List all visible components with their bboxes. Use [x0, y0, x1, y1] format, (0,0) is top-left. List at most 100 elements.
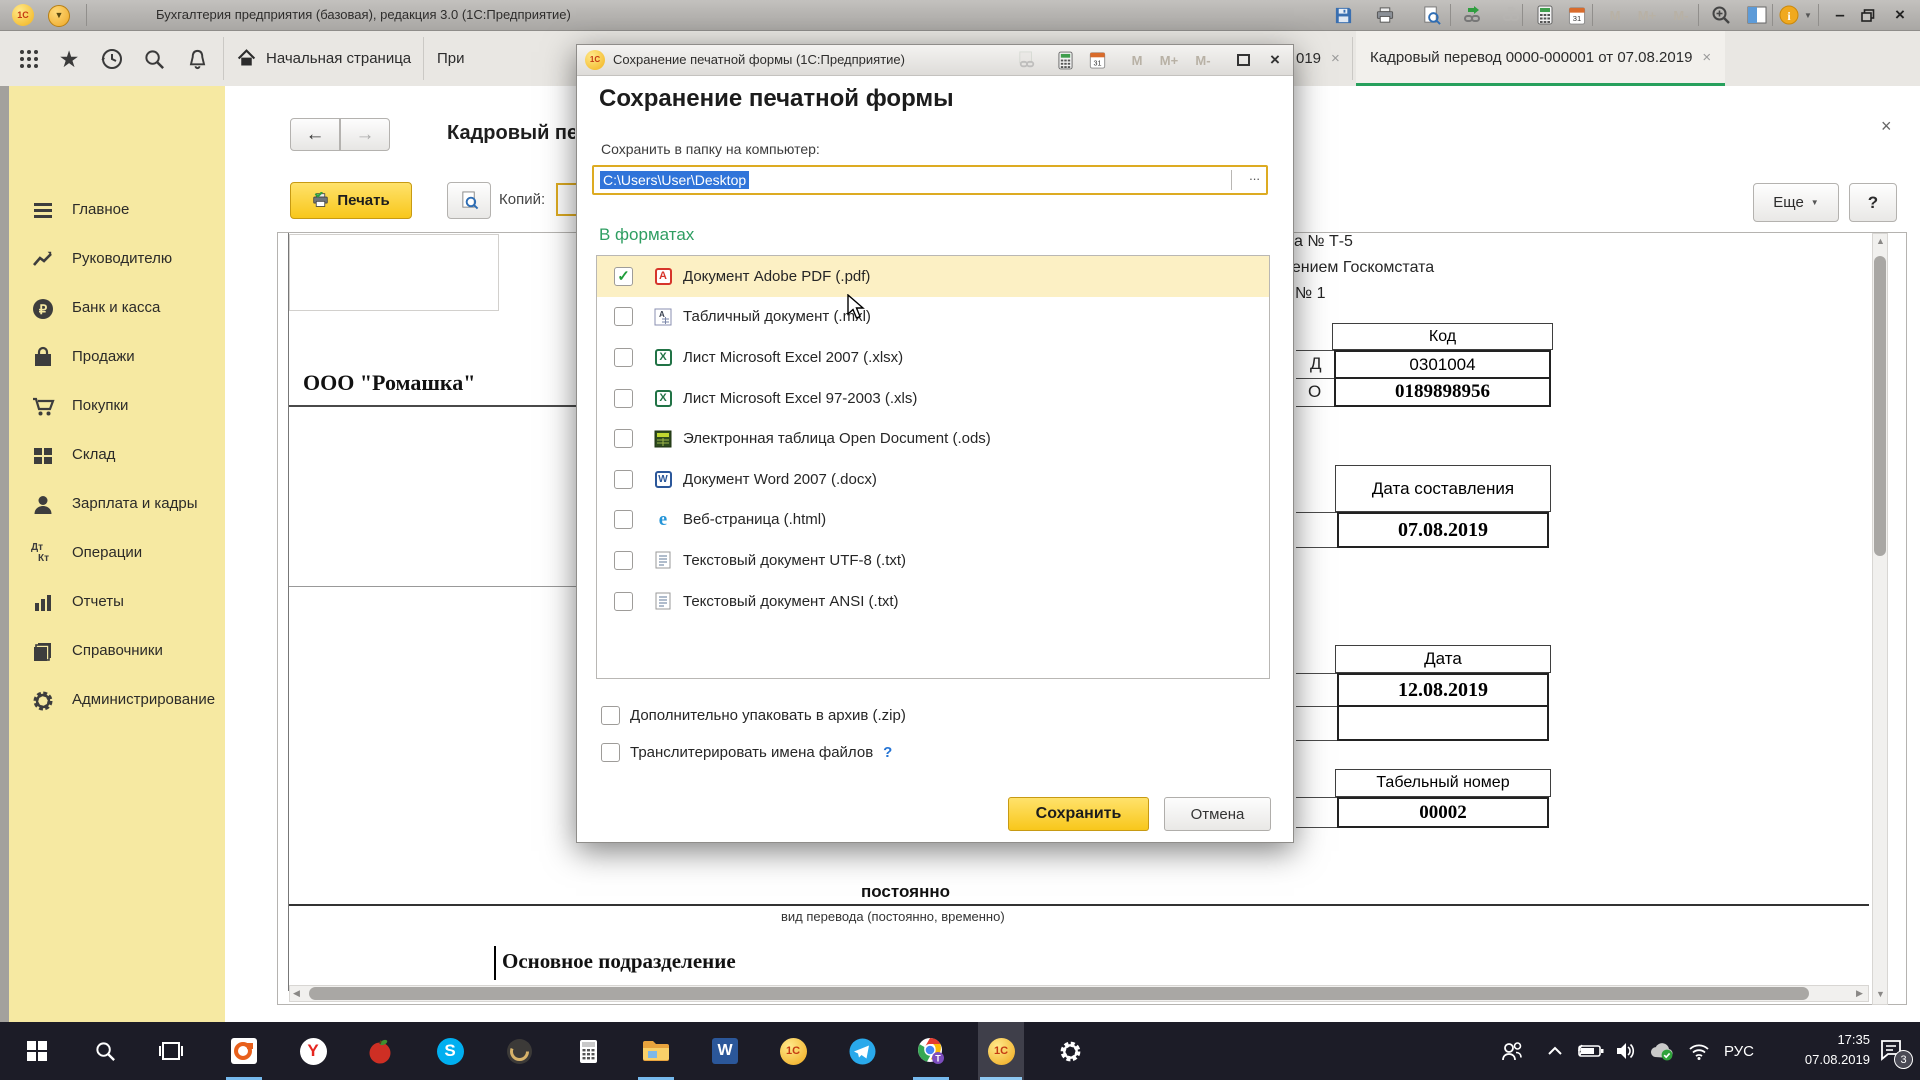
onedrive-cloud-icon[interactable] — [1645, 1022, 1679, 1080]
tab-active-kadrovy-perevod[interactable]: Кадровый перевод 0000-000001 от 07.08.20… — [1356, 31, 1725, 86]
preview-button[interactable] — [447, 182, 491, 219]
clock[interactable]: 17:35 07.08.2019 — [1770, 1030, 1870, 1070]
path-input[interactable]: C:\Users\User\Desktop ... — [592, 165, 1268, 195]
close-button[interactable]: × — [1886, 2, 1914, 28]
settings-gear-icon[interactable] — [1050, 1022, 1090, 1080]
calculator-icon[interactable] — [1528, 3, 1562, 27]
scroll-left-icon[interactable]: ◀ — [293, 988, 300, 999]
checkbox-checked[interactable]: ✓ — [614, 267, 633, 286]
scroll-down-icon[interactable]: ▼ — [1876, 989, 1885, 999]
checkbox[interactable] — [601, 706, 620, 725]
scroll-up-icon[interactable]: ▲ — [1876, 236, 1885, 246]
taskbar-search-icon[interactable] — [85, 1022, 125, 1080]
onec-app-icon[interactable]: 1С — [773, 1022, 813, 1080]
print-icon[interactable] — [1368, 3, 1402, 27]
sidebar-item-administrirovanie[interactable]: Администрирование — [0, 689, 225, 719]
info-icon[interactable]: i — [1776, 3, 1802, 27]
word-app-icon[interactable]: W — [705, 1022, 745, 1080]
form-close-icon[interactable]: × — [1881, 116, 1892, 137]
sidebar-item-zarplata-i-kadry[interactable]: Зарплата и кадры — [0, 493, 225, 523]
checkbox[interactable] — [614, 470, 633, 489]
sidebar-item-rukovoditelyu[interactable]: Руководителю — [0, 248, 225, 278]
scroll-right-icon[interactable]: ▶ — [1856, 988, 1863, 999]
checkbox[interactable] — [614, 389, 633, 408]
clock-app-icon[interactable] — [499, 1022, 539, 1080]
people-tray-icon[interactable] — [1494, 1022, 1530, 1080]
translit-option[interactable]: Транслитерировать имена файлов ? — [601, 743, 892, 762]
battery-icon[interactable] — [1574, 1022, 1608, 1080]
checkbox[interactable] — [614, 551, 633, 570]
cancel-button[interactable]: Отмена — [1164, 797, 1271, 831]
calculator-app-icon[interactable] — [568, 1022, 608, 1080]
info-dropdown-icon[interactable]: ▼ — [1800, 3, 1816, 27]
zoom-icon[interactable] — [1704, 3, 1738, 27]
format-row-pdf[interactable]: ✓ A Документ Adobe PDF (.pdf) — [597, 256, 1269, 297]
vertical-scrollbar-thumb[interactable] — [1874, 256, 1886, 556]
office-app-icon[interactable] — [224, 1022, 264, 1080]
browse-button[interactable]: ... — [1249, 168, 1260, 183]
tab-truncated-left[interactable]: При — [437, 31, 465, 86]
search-icon[interactable] — [141, 46, 167, 72]
format-row-xlsx[interactable]: X Лист Microsoft Excel 2007 (.xlsx) — [597, 337, 1269, 378]
apple-app-icon[interactable] — [360, 1022, 400, 1080]
minimize-button[interactable]: – — [1826, 2, 1854, 28]
volume-icon[interactable] — [1610, 1022, 1642, 1080]
wifi-icon[interactable] — [1683, 1022, 1715, 1080]
favorites-star-icon[interactable]: ★ — [56, 46, 82, 72]
main-menu-dropdown[interactable]: ▼ — [48, 5, 70, 27]
sidebar-item-bank-i-kassa[interactable]: ₽ Банк и касса — [0, 297, 225, 327]
yandex-browser-icon[interactable]: Y — [293, 1022, 333, 1080]
notifications-bell-icon[interactable] — [184, 46, 210, 72]
telegram-icon[interactable] — [842, 1022, 882, 1080]
help-button[interactable]: ? — [1849, 183, 1897, 222]
format-row-ods[interactable]: Электронная таблица Open Document (.ods) — [597, 418, 1269, 459]
more-button[interactable]: Еще ▼ — [1753, 183, 1839, 222]
format-row-mxl[interactable]: A Табличный документ (.mxl) — [597, 297, 1269, 338]
dialog-maximize-button[interactable] — [1229, 48, 1257, 72]
action-center-icon[interactable]: 3 — [1872, 1022, 1912, 1080]
chrome-icon[interactable]: T — [911, 1022, 951, 1080]
sidebar-item-operacii[interactable]: Дт Кт Операции — [0, 542, 225, 572]
tray-expand-chevron-icon[interactable] — [1540, 1022, 1570, 1080]
sidebar-item-pokupki[interactable]: Покупки — [0, 395, 225, 425]
format-row-xls[interactable]: X Лист Microsoft Excel 97-2003 (.xls) — [597, 378, 1269, 419]
sidebar-item-otchety[interactable]: Отчеты — [0, 591, 225, 621]
apps-grid-icon[interactable] — [16, 46, 42, 72]
zip-option[interactable]: Дополнительно упаковать в архив (.zip) — [601, 706, 906, 725]
split-panel-icon[interactable] — [1740, 3, 1774, 27]
sidebar-item-spravochniki[interactable]: Справочники — [0, 640, 225, 670]
history-icon[interactable] — [99, 46, 125, 72]
start-button[interactable] — [17, 1022, 57, 1080]
tab-home[interactable]: Начальная страница — [236, 31, 411, 86]
horizontal-scrollbar-thumb[interactable] — [309, 987, 1809, 1000]
file-explorer-icon[interactable] — [636, 1022, 676, 1080]
forward-button[interactable]: → — [340, 118, 390, 151]
checkbox[interactable] — [614, 307, 633, 326]
print-preview-icon[interactable] — [1414, 3, 1448, 27]
restore-button[interactable] — [1854, 2, 1882, 28]
calculator-icon[interactable] — [1051, 48, 1079, 72]
translit-help-icon[interactable]: ? — [883, 744, 892, 761]
back-button[interactable]: ← — [290, 118, 340, 151]
skype-icon[interactable]: S — [430, 1022, 470, 1080]
sidebar-item-glavnoe[interactable]: Главное — [0, 199, 225, 229]
calendar-icon[interactable]: 31 — [1083, 48, 1111, 72]
save-icon[interactable] — [1326, 3, 1360, 27]
language-indicator[interactable]: РУС — [1716, 1022, 1762, 1080]
checkbox[interactable] — [614, 592, 633, 611]
tab-close-icon[interactable]: × — [1702, 49, 1711, 66]
checkbox[interactable] — [601, 743, 620, 762]
format-row-txt-utf8[interactable]: Текстовый документ UTF-8 (.txt) — [597, 540, 1269, 581]
print-button[interactable]: Печать — [290, 182, 412, 219]
checkbox[interactable] — [614, 348, 633, 367]
tab-close-icon[interactable]: × — [1331, 50, 1340, 67]
dialog-close-button[interactable]: × — [1261, 48, 1289, 72]
sidebar-item-prodazhi[interactable]: Продажи — [0, 346, 225, 376]
calendar-icon[interactable]: 31 — [1560, 3, 1594, 27]
onec-active-app-icon[interactable]: 1С — [981, 1022, 1021, 1080]
checkbox[interactable] — [614, 429, 633, 448]
format-row-txt-ansi[interactable]: Текстовый документ ANSI (.txt) — [597, 581, 1269, 622]
format-row-docx[interactable]: W Документ Word 2007 (.docx) — [597, 459, 1269, 500]
get-link-icon[interactable] — [1456, 3, 1490, 27]
format-row-html[interactable]: e Веб-страница (.html) — [597, 500, 1269, 541]
